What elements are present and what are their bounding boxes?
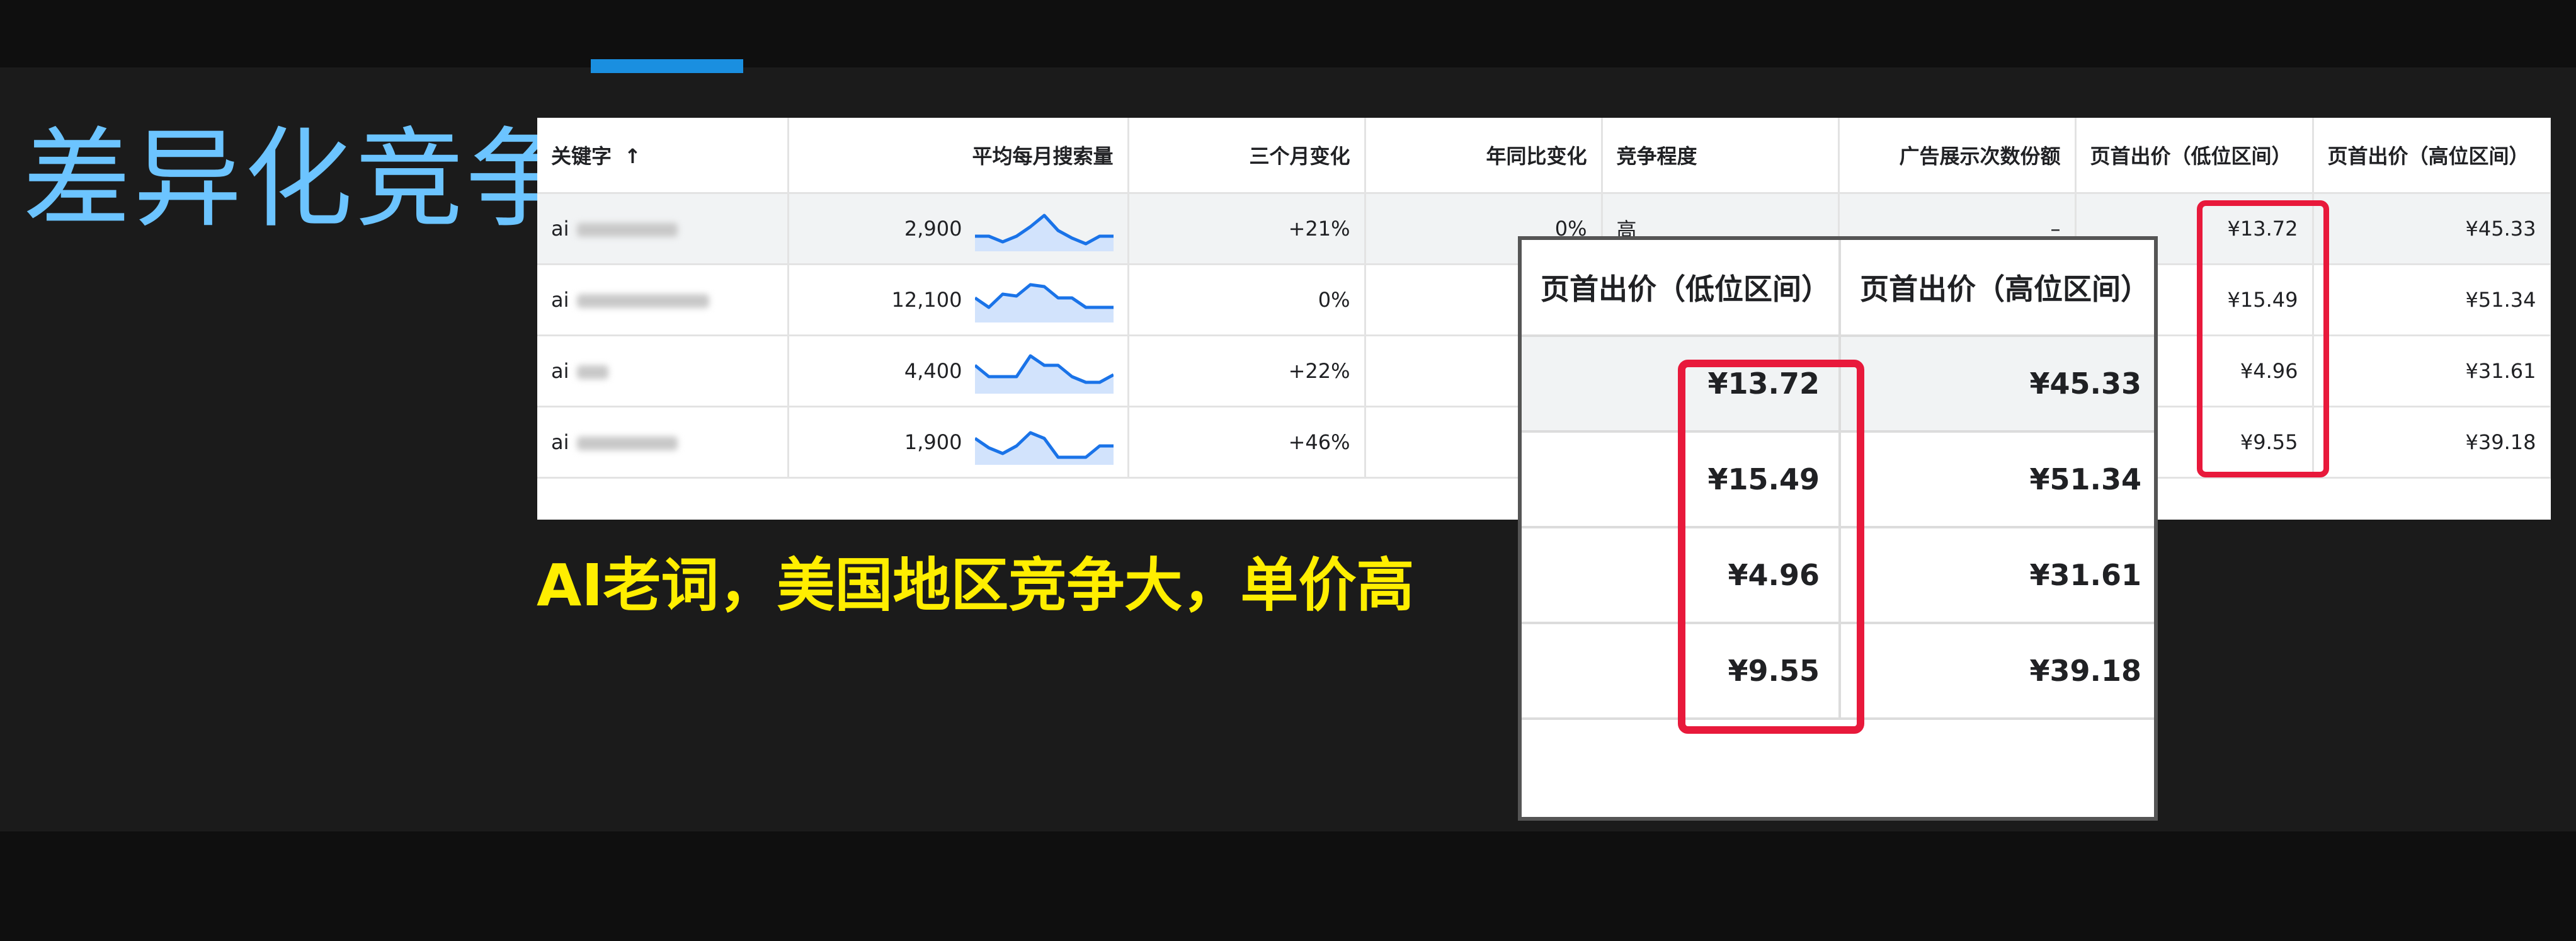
zoom-bid-low-cell: ¥4.96 [1522,527,1841,624]
zoom-bid-low-cell: ¥9.55 [1522,623,1841,720]
keyword-cell: ai [537,193,789,265]
bid-high-cell: ¥45.33 [2313,193,2551,265]
sparkline-area [974,356,1114,394]
keyword-cell: ai [537,264,789,336]
header-competition[interactable]: 竞争程度 [1602,118,1840,194]
keyword-cell: ai [537,406,789,479]
searches-cell: 2,900 [788,193,1129,265]
zoom-row: ¥15.49 ¥51.34 [1522,431,2154,528]
header-ad-impression-share[interactable]: 广告展示次数份额 [1838,118,2077,194]
three-month-cell: +22% [1128,335,1366,408]
zoom-bid-high-cell: ¥39.18 [1840,623,2154,720]
trend-sparkline [974,431,1114,465]
blurred-keyword [576,223,678,237]
zoom-row: ¥9.55 ¥39.18 [1522,623,2154,720]
bid-high-cell: ¥31.61 [2313,335,2551,408]
header-top-bid-high[interactable]: 页首出价（高位区间） [2313,118,2551,194]
zoom-bid-low-cell: ¥13.72 [1522,336,1841,433]
sparkline-area [974,285,1114,322]
slide-title: 差异化竞争 [23,116,577,242]
table-header-row: 关键字 ↑ 平均每月搜索量 三个月变化 年同比变化 竞争程度 广告展示次数份额 页… [537,118,2551,194]
trend-sparkline [974,283,1114,322]
slide-caption: AI老词，美国地区竞争大，单价高 [537,552,1415,619]
accent-bar [591,59,743,73]
header-yoy-change[interactable]: 年同比变化 [1365,118,1603,194]
zoomed-bid-panel: 页首出价（低位区间） 页首出价（高位区间） ¥13.72 ¥45.33 ¥15.… [1518,236,2158,821]
header-three-month-change[interactable]: 三个月变化 [1128,118,1366,194]
bid-high-cell: ¥39.18 [2313,406,2551,479]
three-month-cell: +46% [1128,406,1366,479]
zoom-header-bid-high: 页首出价（高位区间） [1840,240,2154,337]
zoom-header-row: 页首出价（低位区间） 页首出价（高位区间） [1522,240,2154,337]
zoom-bid-low-cell: ¥15.49 [1522,431,1841,528]
searches-cell: 12,100 [788,264,1129,336]
header-avg-monthly-searches[interactable]: 平均每月搜索量 [788,118,1129,194]
zoomed-bid-table: 页首出价（低位区间） 页首出价（高位区间） ¥13.72 ¥45.33 ¥15.… [1522,240,2154,720]
three-month-cell: 0% [1128,264,1366,336]
trend-sparkline [974,354,1114,394]
trend-sparkline [974,214,1114,251]
header-top-bid-low[interactable]: 页首出价（低位区间） [2075,118,2314,194]
bid-high-cell: ¥51.34 [2313,264,2551,336]
searches-cell: 4,400 [788,335,1129,408]
top-band [0,0,2576,67]
zoom-header-bid-low: 页首出价（低位区间） [1522,240,1841,337]
three-month-cell: +21% [1128,193,1366,265]
searches-cell: 1,900 [788,406,1129,479]
header-keyword[interactable]: 关键字 ↑ [537,118,789,194]
sparkline-area [974,215,1114,251]
sort-arrow-up-icon[interactable]: ↑ [624,144,641,168]
bottom-band [0,831,2576,941]
zoom-bid-high-cell: ¥31.61 [1840,527,2154,624]
zoom-row: ¥4.96 ¥31.61 [1522,527,2154,624]
blurred-keyword [576,365,608,379]
zoom-bid-high-cell: ¥45.33 [1840,336,2154,433]
blurred-keyword [576,436,678,450]
blurred-keyword [576,294,709,308]
zoom-row: ¥13.72 ¥45.33 [1522,336,2154,433]
zoom-bid-high-cell: ¥51.34 [1840,431,2154,528]
keyword-cell: ai [537,335,789,408]
